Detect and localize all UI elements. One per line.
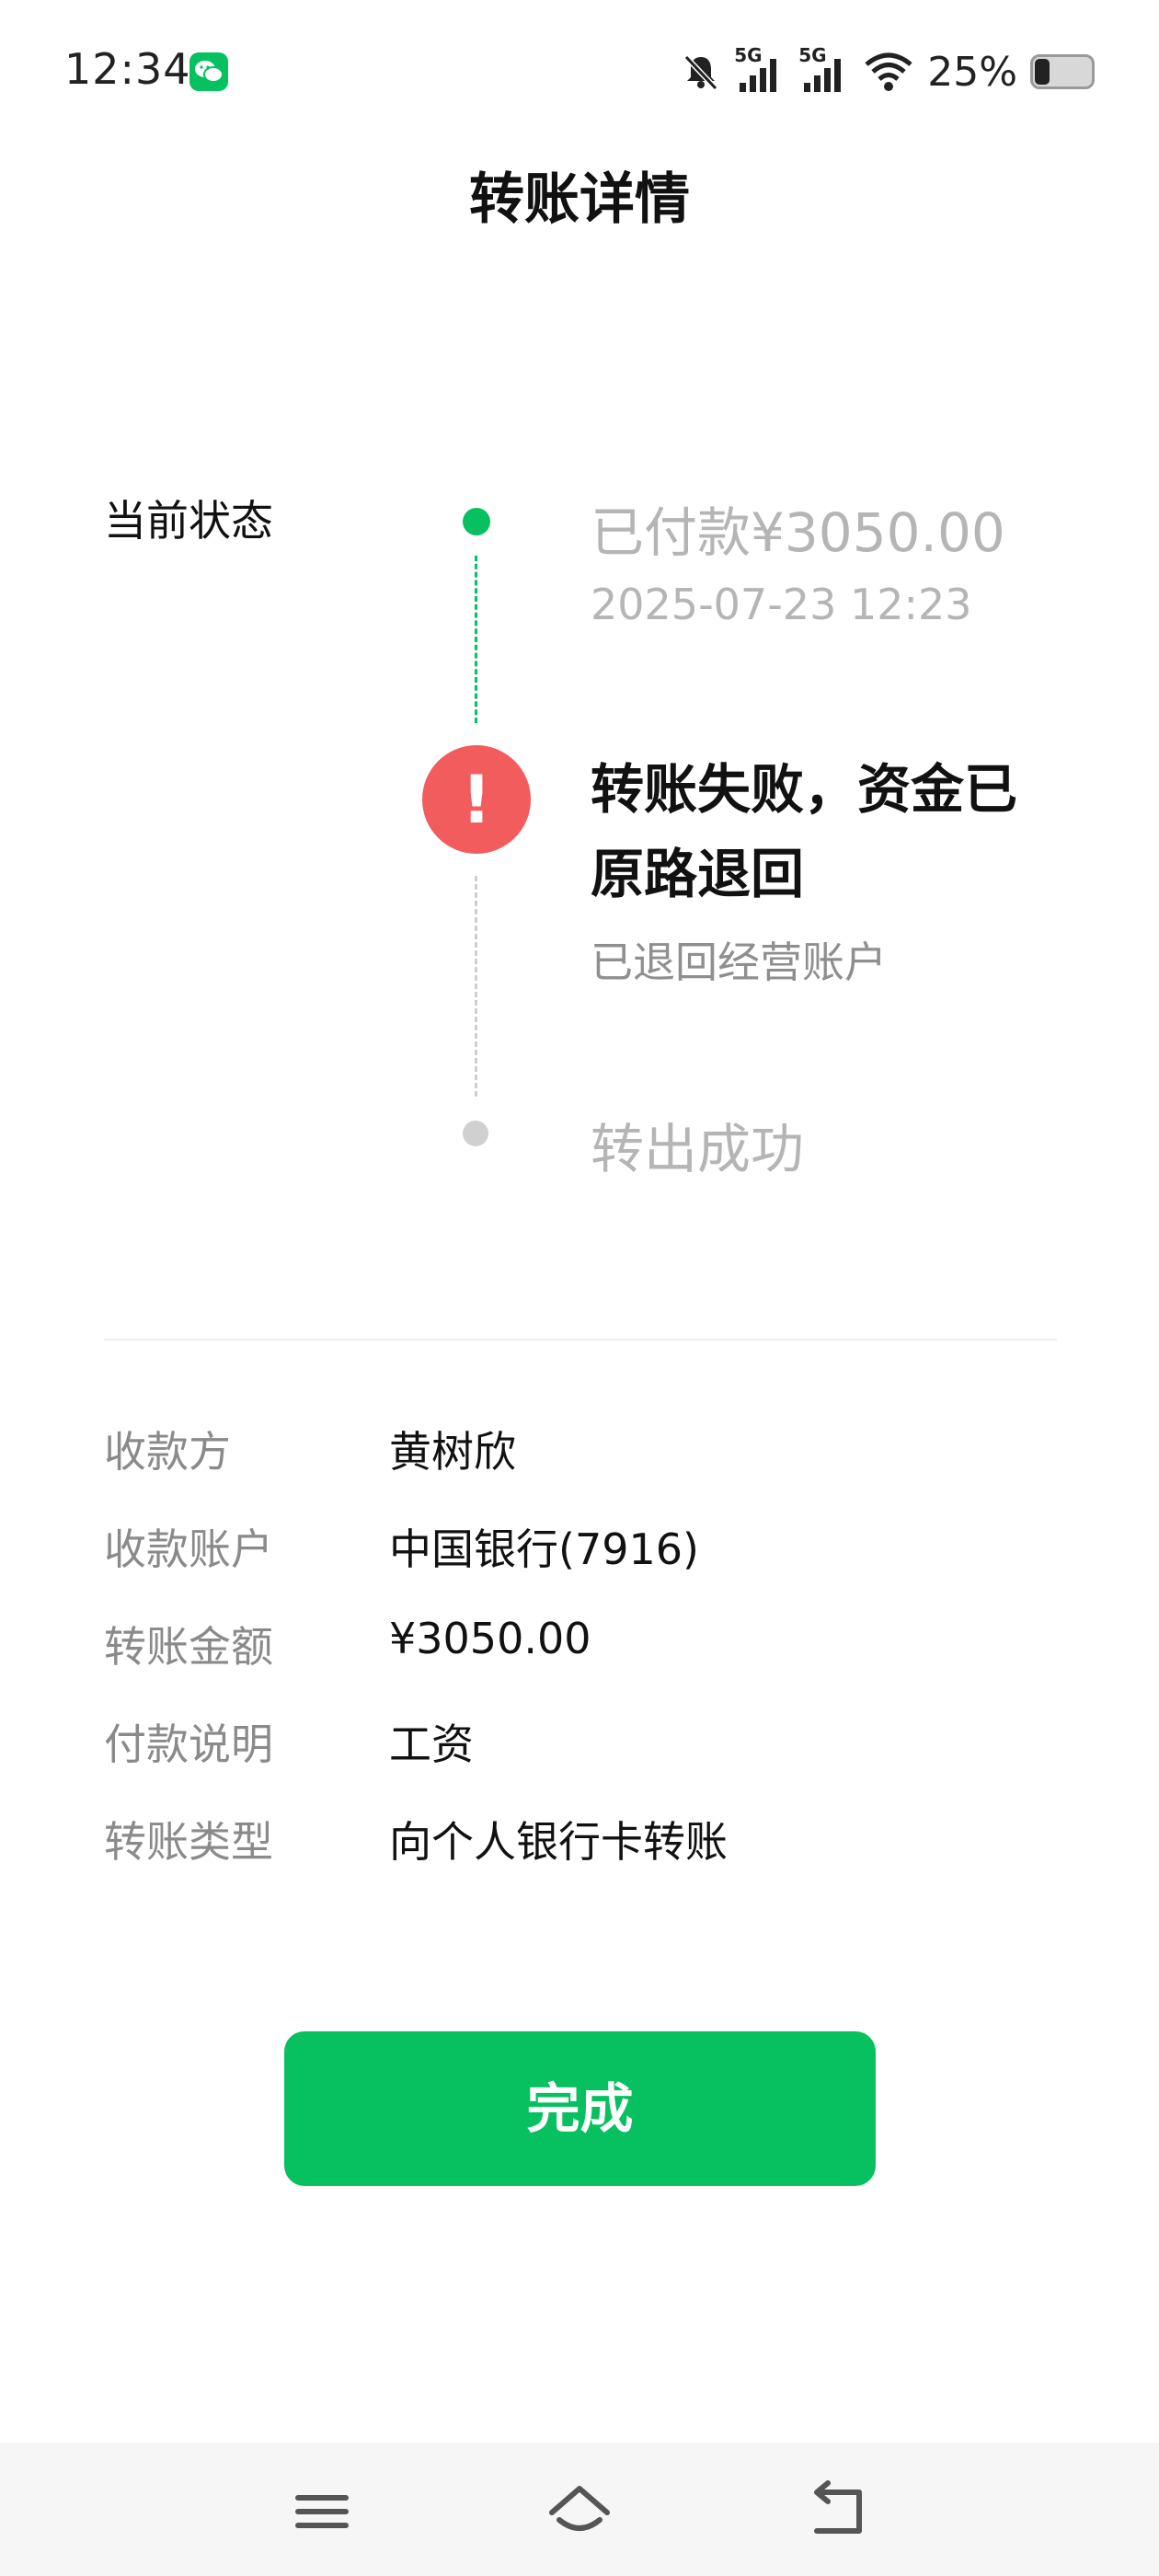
detail-value: 中国银行(7916): [389, 1524, 699, 1574]
system-nav-bar: [0, 2443, 1159, 2576]
detail-row-account: 收款账户 中国银行(7916): [104, 1516, 1057, 1581]
detail-row-amount: 转账金额 ¥3050.00: [104, 1614, 1057, 1678]
back-button[interactable]: [800, 2479, 874, 2544]
divider: [104, 1339, 1057, 1340]
step-paid-title: 已付款¥3050.00: [591, 501, 1005, 564]
menu-icon: [295, 2495, 349, 2528]
home-button[interactable]: [543, 2479, 616, 2544]
home-icon: [549, 2486, 610, 2531]
battery-icon: [1030, 54, 1095, 89]
detail-value: 工资: [389, 1719, 474, 1769]
step-paid-time: 2025-07-23 12:23: [591, 580, 972, 629]
detail-label: 收款方: [104, 1427, 231, 1477]
step-paid-dot: [463, 508, 490, 535]
detail-value: 黄树欣: [389, 1427, 516, 1477]
detail-row-payee: 收款方 黄树欣: [104, 1419, 1057, 1483]
signal-5g-icon-1: 5G: [734, 44, 786, 96]
detail-value: ¥3050.00: [389, 1614, 591, 1663]
step-success-dot: [463, 1121, 488, 1146]
back-icon: [814, 2480, 862, 2534]
step-success-title: 转出成功: [591, 1118, 805, 1180]
wechat-notification-icon: [189, 52, 228, 91]
battery-percent: 25%: [927, 48, 1017, 96]
detail-row-type: 转账类型 向个人银行卡转账: [104, 1809, 1057, 1873]
status-bar: 12:34 5G 5G 25%: [0, 0, 1159, 138]
signal-5g-icon-2: 5G: [798, 44, 850, 96]
error-icon: !: [422, 745, 531, 854]
detail-label: 收款账户: [104, 1524, 273, 1574]
done-button[interactable]: 完成: [284, 2031, 876, 2186]
wifi-icon: [865, 52, 912, 91]
current-status-label: 当前状态: [104, 496, 273, 546]
detail-label: 付款说明: [104, 1719, 273, 1769]
page-title: 转账详情: [469, 167, 690, 232]
mute-bell-icon: [684, 54, 718, 91]
detail-row-note: 付款说明 工资: [104, 1711, 1057, 1776]
step-failed-title: 转账失败，资金已原路退回: [591, 758, 1018, 905]
status-time: 12:34: [64, 44, 191, 94]
detail-label: 转账金额: [104, 1622, 273, 1672]
detail-value: 向个人银行卡转账: [389, 1817, 728, 1867]
detail-label: 转账类型: [104, 1817, 273, 1867]
status-icons: 5G 5G 25%: [681, 44, 1095, 99]
step-failed-subtitle: 已退回经营账户: [591, 937, 887, 987]
timeline-connector-gray: [475, 876, 477, 1097]
menu-button[interactable]: [285, 2479, 359, 2544]
timeline-connector-green: [475, 556, 477, 723]
